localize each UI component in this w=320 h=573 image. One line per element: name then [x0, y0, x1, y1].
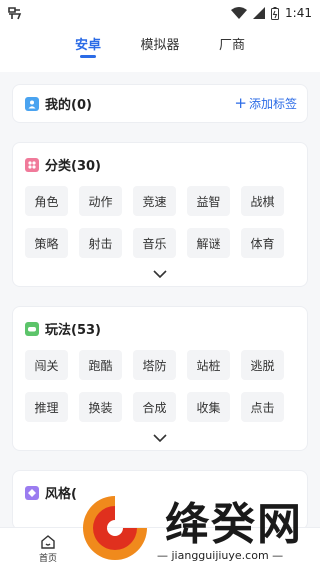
battery-icon [271, 6, 280, 20]
gameplay-chip-grid: 闯关 跑酷 塔防 站桩 逃脱 推理 换装 合成 收集 点击 [25, 350, 295, 422]
platform-tabs: 安卓 模拟器 厂商 [0, 26, 320, 72]
chip-shooting[interactable]: 射击 [79, 228, 122, 258]
signal-icon [253, 7, 266, 19]
status-bar-left [6, 5, 24, 21]
style-icon [25, 485, 39, 500]
wifi-icon [231, 7, 248, 19]
category-title: 分类(30) [45, 159, 101, 174]
tab-android[interactable]: 安卓 [52, 26, 124, 72]
category-card: 分类(30) 角色 动作 竞速 益智 战棋 策略 射击 音乐 解谜 体育 [12, 142, 308, 287]
tab-vendor[interactable]: 厂商 [196, 26, 268, 72]
chevron-down-icon [153, 434, 167, 442]
chip-sports[interactable]: 体育 [241, 228, 284, 258]
chip-merge[interactable]: 合成 [133, 392, 176, 422]
chip-role[interactable]: 角色 [25, 186, 68, 216]
gamepad-icon [25, 321, 39, 336]
my-tags-card: 我的(0) + 添加标签 [12, 84, 308, 123]
category-title-row: 分类(30) [25, 155, 295, 174]
category-chip-grid: 角色 动作 竞速 益智 战棋 策略 射击 音乐 解谜 体育 [25, 186, 295, 258]
chip-racing[interactable]: 竞速 [133, 186, 176, 216]
status-time: 1:41 [285, 6, 312, 20]
plus-icon: + [234, 94, 247, 112]
bottom-nav: 首页 [0, 527, 320, 573]
chip-escape[interactable]: 逃脱 [241, 350, 284, 380]
category-expand-button[interactable] [25, 258, 295, 278]
style-title-row: 风格( [25, 483, 295, 502]
chip-reasoning[interactable]: 推理 [25, 392, 68, 422]
status-bar-right: 1:41 [231, 6, 312, 20]
chip-click[interactable]: 点击 [241, 392, 284, 422]
chip-stand-fight[interactable]: 站桩 [187, 350, 230, 380]
app-notification-icon [8, 7, 22, 20]
chip-tower-defense[interactable]: 塔防 [133, 350, 176, 380]
tab-emulator[interactable]: 模拟器 [124, 26, 196, 72]
chip-levels[interactable]: 闯关 [25, 350, 68, 380]
chip-puzzle[interactable]: 益智 [187, 186, 230, 216]
home-icon [41, 535, 55, 549]
add-tag-button[interactable]: + 添加标签 [234, 95, 297, 112]
chip-dress-up[interactable]: 换装 [79, 392, 122, 422]
style-title: 风格( [45, 487, 77, 502]
status-bar: 1:41 [0, 0, 320, 26]
style-card: 风格( [12, 470, 308, 527]
chip-riddle[interactable]: 解谜 [187, 228, 230, 258]
chip-war-chess[interactable]: 战棋 [241, 186, 284, 216]
gameplay-title-row: 玩法(53) [25, 319, 295, 338]
nav-home[interactable]: 首页 [33, 534, 63, 564]
chip-action[interactable]: 动作 [79, 186, 122, 216]
my-tags-title-row: 我的(0) [25, 94, 92, 113]
add-tag-label: 添加标签 [248, 97, 297, 111]
chip-strategy[interactable]: 策略 [25, 228, 68, 258]
chevron-down-icon [153, 270, 167, 278]
gameplay-card: 玩法(53) 闯关 跑酷 塔防 站桩 逃脱 推理 换装 合成 收集 点击 [12, 306, 308, 451]
tag-content[interactable]: 我的(0) + 添加标签 分类(30) 角色 动作 竞速 益智 战棋 策略 射击… [0, 72, 320, 527]
user-icon [25, 96, 39, 111]
chip-music[interactable]: 音乐 [133, 228, 176, 258]
gameplay-expand-button[interactable] [25, 422, 295, 442]
nav-home-label: 首页 [38, 554, 57, 564]
chip-collect[interactable]: 收集 [187, 392, 230, 422]
chip-parkour[interactable]: 跑酷 [79, 350, 122, 380]
gameplay-title: 玩法(53) [45, 323, 101, 338]
category-icon [25, 157, 39, 172]
my-tags-title: 我的(0) [45, 98, 92, 113]
